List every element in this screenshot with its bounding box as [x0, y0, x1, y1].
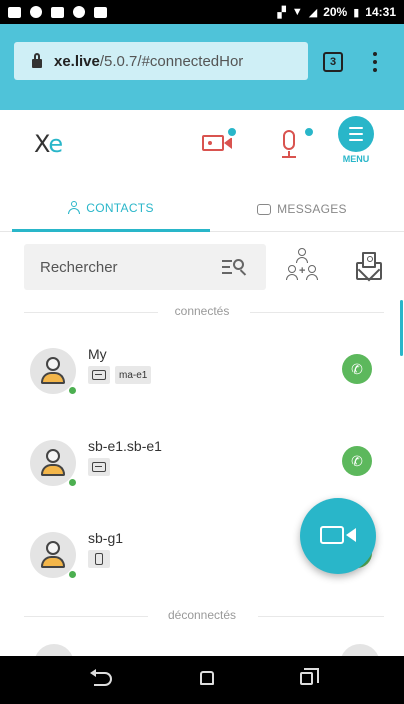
notification-icons: [8, 6, 107, 18]
tab-messages[interactable]: MESSAGES: [212, 186, 392, 232]
settings-notification-icon: [73, 6, 85, 18]
contact-devices: ma-e1: [88, 366, 152, 384]
invite-contact-icon[interactable]: [354, 250, 384, 282]
phone-chip: [88, 550, 110, 568]
contact-devices: [88, 550, 110, 568]
camera-check-badge: [226, 126, 238, 138]
url-host: xe.live: [54, 52, 100, 70]
circle-notification-icon: [30, 6, 42, 18]
app-header: Xe MENU: [0, 110, 404, 186]
system-indicators: ▞ ▼ ◢ 20% ▮ 14:31: [277, 5, 396, 19]
smartphone-icon: [95, 553, 103, 565]
call-button[interactable]: ✆: [342, 354, 372, 384]
contact-row[interactable]: sb-e1.sb-e1 ✆: [0, 428, 404, 500]
signal-icon: ◢: [308, 6, 318, 19]
camera-off-icon: [202, 135, 224, 151]
device-chip: [88, 366, 110, 384]
back-icon[interactable]: [90, 669, 112, 686]
contact-name: sb-e1.sb-e1: [88, 438, 162, 454]
mail-notification-icon: [8, 6, 21, 18]
contact-name: sb-g1: [88, 530, 124, 546]
contact-devices: [88, 458, 110, 476]
tab-contacts[interactable]: CONTACTS: [12, 186, 210, 232]
wifi-icon: ▼: [291, 6, 303, 18]
search-input[interactable]: Rechercher: [24, 244, 266, 290]
android-navigation-bar: [0, 656, 404, 704]
url-path: /5.0.7/#connectedHor: [99, 52, 244, 70]
browser-toolbar: xe.live /5.0.7/#connectedHor 3: [0, 24, 404, 110]
chat-bubble-icon: [257, 203, 272, 215]
microphone-check-badge: [303, 126, 315, 138]
main-tabs: CONTACTS MESSAGES: [0, 186, 404, 232]
recent-apps-icon[interactable]: [300, 668, 319, 685]
contact-name: My: [88, 346, 107, 362]
online-status-dot: [68, 478, 77, 487]
app-notification-icon: [51, 6, 64, 18]
section-disconnected-label: déconnectés: [167, 608, 237, 622]
device-chip: [88, 458, 110, 476]
create-group-icon[interactable]: +: [286, 248, 318, 284]
phone-icon: ✆: [351, 452, 363, 469]
battery-percent: 20%: [323, 5, 348, 19]
search-placeholder: Rechercher: [40, 258, 118, 276]
messenger-notification-icon: [94, 6, 107, 18]
camera-toggle-button[interactable]: [198, 126, 238, 160]
tab-switcher-button[interactable]: 3: [323, 52, 343, 72]
section-connected-label: connectés: [174, 304, 230, 318]
video-call-fab[interactable]: [300, 498, 376, 574]
section-connected-header: connectés: [0, 304, 404, 318]
battery-icon: ▮: [353, 6, 360, 19]
menu-label: MENU: [342, 154, 370, 164]
xe-logo: Xe: [34, 130, 63, 158]
android-status-bar: ▞ ▼ ◢ 20% ▮ 14:31: [0, 0, 404, 24]
contacts-toolbar: Rechercher +: [0, 240, 404, 294]
contact-row[interactable]: My ma-e1 ✆: [0, 336, 404, 408]
search-filter-icon[interactable]: [222, 258, 248, 276]
call-button[interactable]: ✆: [342, 446, 372, 476]
browser-menu-icon[interactable]: [372, 52, 378, 72]
device-icon: [92, 370, 106, 380]
microphone-toggle-button[interactable]: [275, 126, 315, 160]
person-icon: [68, 201, 81, 214]
online-status-dot: [68, 386, 77, 395]
phone-icon: ✆: [351, 360, 363, 377]
home-icon[interactable]: [200, 671, 214, 685]
section-disconnected-header: déconnectés: [0, 608, 404, 622]
lock-icon: [32, 52, 42, 68]
online-status-dot: [68, 570, 77, 579]
tab-contacts-label: CONTACTS: [86, 200, 154, 215]
address-bar[interactable]: xe.live /5.0.7/#connectedHor: [14, 42, 308, 80]
clock: 14:31: [365, 5, 396, 19]
device-name-chip: ma-e1: [115, 366, 152, 384]
nfc-icon: ▞: [277, 6, 286, 19]
microphone-icon: [283, 130, 295, 150]
menu-button[interactable]: [338, 116, 374, 152]
video-camera-icon: [320, 526, 344, 544]
device-icon: [92, 462, 106, 472]
tab-messages-label: MESSAGES: [277, 202, 347, 216]
